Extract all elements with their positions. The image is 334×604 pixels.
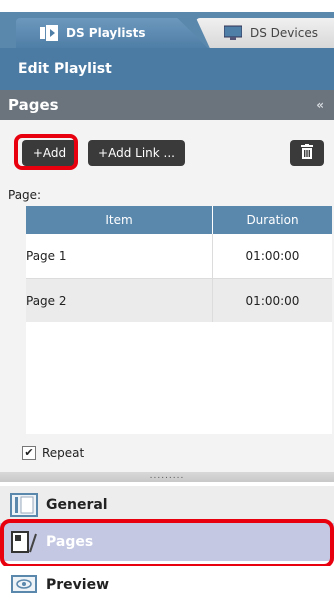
page-label: Page: xyxy=(8,188,42,202)
trash-icon xyxy=(300,144,314,162)
tab-bar: DS Playlists DS Devices xyxy=(0,12,334,48)
tab-ds-devices[interactable]: DS Devices xyxy=(196,18,334,48)
repeat-option[interactable]: ✔ Repeat xyxy=(22,446,84,460)
row-duration: 01:00:00 xyxy=(245,294,300,308)
preview-icon xyxy=(10,573,38,597)
nav-preview-label: Preview xyxy=(46,577,110,593)
nav-general-label: General xyxy=(46,497,108,513)
devices-icon xyxy=(223,25,243,41)
collapse-icon[interactable]: « xyxy=(316,98,324,112)
table-header: Item Duration xyxy=(26,206,332,234)
tab-ds-playlists[interactable]: DS Playlists xyxy=(16,18,208,48)
table-empty-area xyxy=(26,322,332,434)
tab-ds-devices-label: DS Devices xyxy=(250,26,318,40)
general-icon xyxy=(10,493,38,517)
repeat-checkbox[interactable]: ✔ xyxy=(22,446,36,460)
row-duration: 01:00:00 xyxy=(245,249,300,263)
repeat-label: Repeat xyxy=(42,446,85,460)
top-cropped-area xyxy=(0,0,334,12)
column-header-duration[interactable]: Duration xyxy=(213,206,332,234)
row-item: Page 1 xyxy=(26,234,213,278)
table-row[interactable]: Page 1 01:00:00 xyxy=(26,234,332,279)
add-link-button[interactable]: +Add Link ... xyxy=(88,140,185,166)
column-header-item[interactable]: Item xyxy=(26,206,213,234)
pages-table: Item Duration Page 1 01:00:00 Page 2 01:… xyxy=(26,206,332,324)
playlist-icon xyxy=(40,25,58,41)
pages-section-title: Pages xyxy=(8,96,59,114)
pages-highlight xyxy=(0,519,334,568)
nav-preview[interactable]: Preview xyxy=(0,566,334,604)
row-item: Page 2 xyxy=(26,279,213,323)
panel-splitter[interactable]: ......... xyxy=(0,472,334,482)
add-button-highlight xyxy=(14,134,78,170)
edit-playlist-title: Edit Playlist xyxy=(18,61,112,77)
delete-button[interactable] xyxy=(290,140,324,166)
splitter-grip-icon: ......... xyxy=(149,471,185,481)
table-row[interactable]: Page 2 01:00:00 xyxy=(26,279,332,324)
edit-playlist-header: Edit Playlist xyxy=(0,48,334,90)
tab-ds-playlists-label: DS Playlists xyxy=(66,26,146,40)
pages-section-header: Pages « xyxy=(0,90,334,120)
